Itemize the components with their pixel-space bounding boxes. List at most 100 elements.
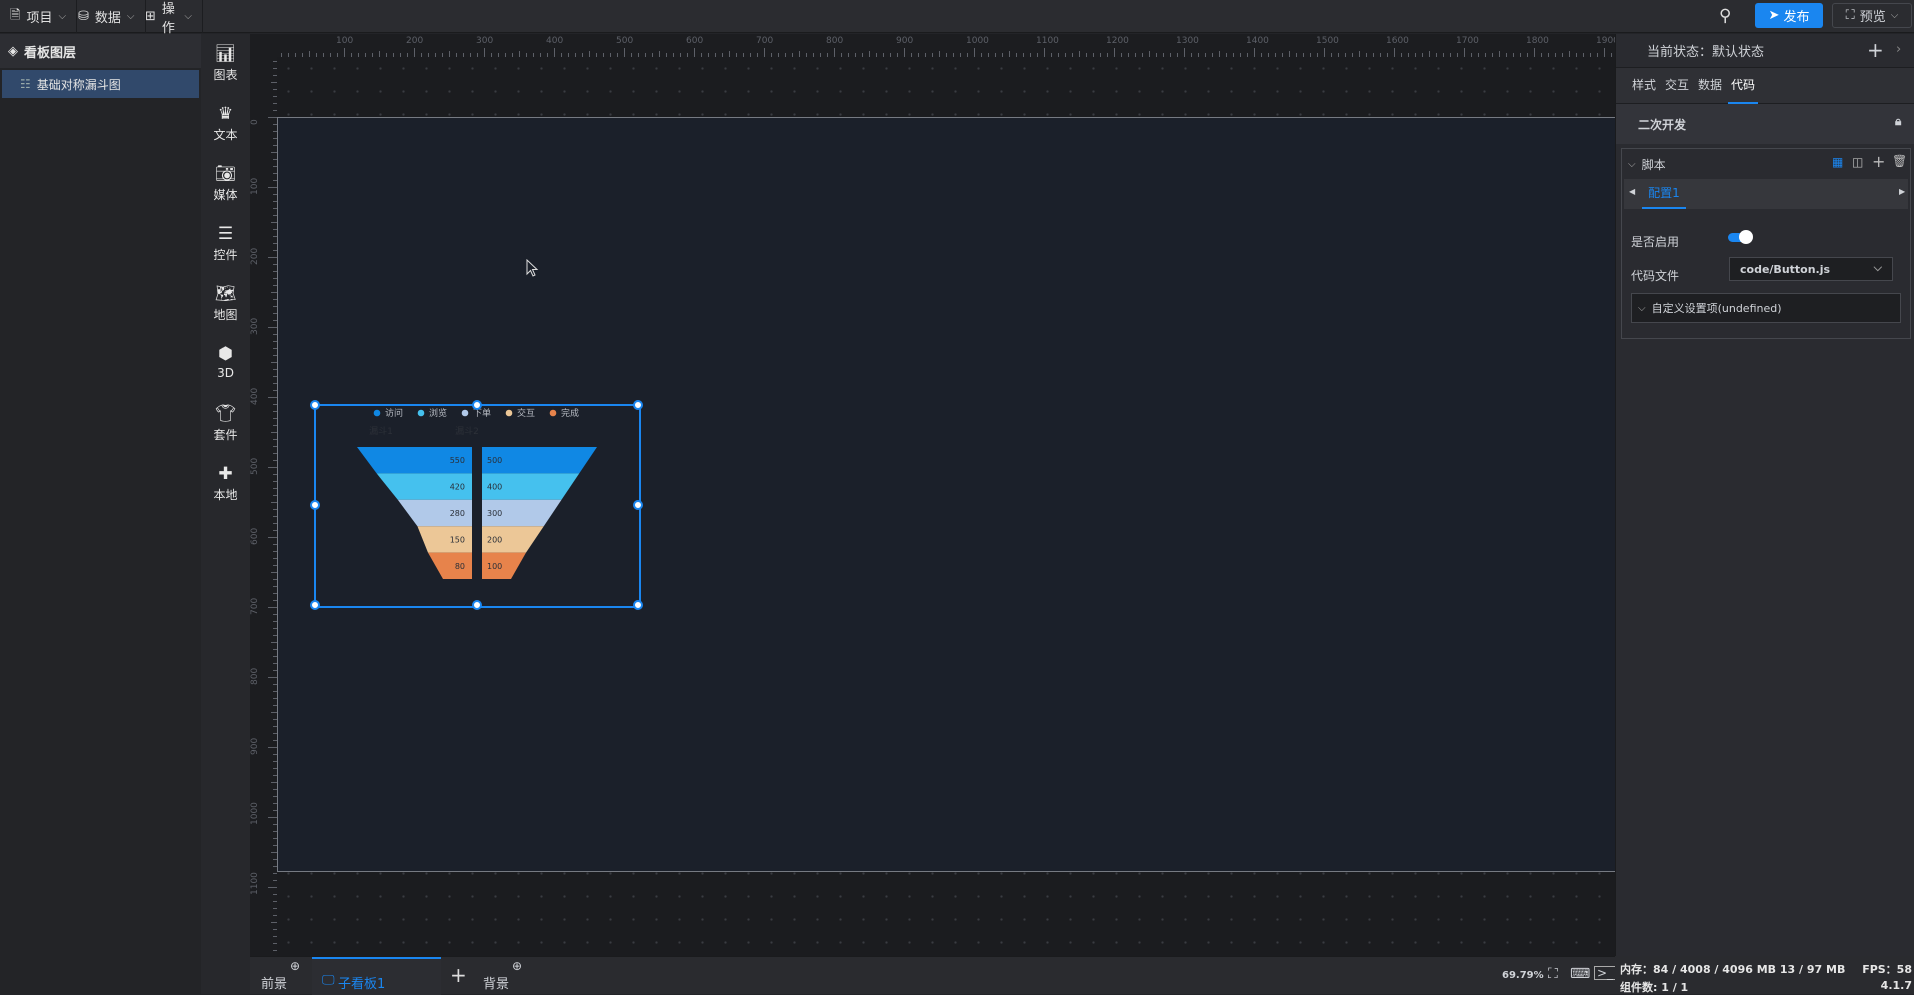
- section-title: 二次开发: [1638, 117, 1687, 132]
- tab-interaction[interactable]: 交互: [1662, 68, 1692, 104]
- ruler-label: 700: [756, 36, 774, 46]
- add-circle-icon[interactable]: ⊕: [290, 959, 300, 973]
- resize-handle[interactable]: [633, 400, 643, 410]
- ruler-label: 1400: [1246, 36, 1269, 46]
- ruler-label: 200: [250, 247, 260, 265]
- tool-text[interactable]: ♛ 文本: [201, 104, 250, 143]
- tab-subboard[interactable]: 🖵 子看板1: [312, 957, 441, 995]
- layers-panel: ◈ 看板图层 ☷ 基础对称漏斗图: [0, 34, 201, 994]
- chevron-down-icon: ⌵: [126, 11, 135, 22]
- tab-code[interactable]: 代码: [1728, 68, 1759, 104]
- menu-project[interactable]: 🗎 项目 ⌵: [0, 0, 78, 33]
- publish-button[interactable]: ➤ 发布: [1755, 3, 1823, 28]
- ruler-label: 1600: [1386, 36, 1409, 46]
- ruler-label: 600: [686, 36, 704, 46]
- file-label: 代码文件: [1631, 269, 1680, 283]
- resize-handle[interactable]: [310, 600, 320, 610]
- resize-handle[interactable]: [633, 600, 643, 610]
- database-icon: ⛁: [78, 9, 89, 24]
- chevron-down-icon: ⌵: [184, 11, 192, 22]
- code-file-select[interactable]: code/Button.js ⌵: [1729, 257, 1893, 281]
- tab-data[interactable]: 数据: [1695, 68, 1725, 104]
- ruler-label: 500: [250, 457, 260, 475]
- add-tab-button[interactable]: +: [450, 963, 467, 987]
- tool-local[interactable]: ✚ 本地: [201, 464, 250, 503]
- text-icon: ♛: [217, 104, 234, 124]
- funnel-layer-icon: ☷: [20, 77, 31, 91]
- preview-button[interactable]: ⛶ 预览 ⌵: [1832, 3, 1912, 28]
- resize-handle[interactable]: [471, 600, 482, 610]
- chevron-right-icon[interactable]: ›: [1896, 42, 1901, 57]
- vertical-ruler: -100010020030040050060070080090010001100: [250, 34, 277, 956]
- fps: FPS：58: [1862, 963, 1912, 976]
- status-bar: 内存：84 / 4008 / 4096 MB 13 / 97 MB FPS：58…: [1615, 956, 1914, 994]
- chart-icon: 📊︎: [214, 44, 237, 64]
- tool-control[interactable]: ☰ 控件: [201, 224, 250, 263]
- send-icon: ➤: [1768, 8, 1780, 23]
- version: 4.1.7: [1880, 979, 1912, 992]
- add-circle-icon[interactable]: ⊕: [512, 959, 522, 973]
- properties-panel: 当前状态：默认状态 + › 样式 交互 数据 代码 二次开发 🔒︎ ⌵ 脚本 ▦ ◫ +…: [1615, 34, 1914, 956]
- ruler-label: 800: [826, 36, 844, 46]
- terminal-icon[interactable]: >_: [1594, 966, 1617, 980]
- menu-data[interactable]: ⛁ 数据 ⌵: [68, 0, 146, 33]
- cube-3d-icon: ⬢: [218, 344, 233, 364]
- ruler-label: 300: [250, 317, 260, 335]
- trash-icon[interactable]: 🗑︎: [1892, 154, 1907, 168]
- layers-icon: ◈: [8, 43, 18, 59]
- config-tab[interactable]: 配置1: [1642, 179, 1686, 209]
- tool-chart[interactable]: 📊︎ 图表: [201, 44, 250, 83]
- chevron-down-icon: ⌵: [58, 11, 67, 22]
- ruler-label: 1000: [250, 802, 260, 825]
- add-state-icon[interactable]: +: [1867, 38, 1884, 62]
- media-icon: 📷︎: [214, 164, 237, 184]
- tool-cube-3d[interactable]: ⬢ 3D: [201, 344, 250, 380]
- kit-icon: 👕︎: [214, 404, 237, 424]
- ruler-label: 200: [406, 36, 424, 46]
- ruler-label: 900: [896, 36, 914, 46]
- fullscreen-icon: ⛶: [1845, 8, 1855, 23]
- zoom-level[interactable]: 69.79%: [1502, 970, 1544, 981]
- tab-style[interactable]: 样式: [1629, 68, 1659, 104]
- ruler-label: 800: [250, 667, 260, 685]
- local-icon: ✚: [218, 464, 233, 484]
- add-icon[interactable]: +: [1872, 152, 1885, 171]
- ruler-label: 1200: [1106, 36, 1129, 46]
- layers-title: 看板图层: [24, 45, 77, 61]
- ruler-label: 1100: [250, 872, 260, 895]
- control-icon: ☰: [217, 224, 234, 244]
- top-toolbar: 🗎 项目 ⌵ ⛁ 数据 ⌵ ⊞ 操作 ⌵ ⚲ ➤ 发布 ⛶ 预览 ⌵: [0, 0, 1914, 36]
- resize-handle[interactable]: [310, 500, 320, 510]
- chevron-down-icon: ⌵: [1638, 302, 1646, 314]
- monitor-icon: 🖵: [322, 973, 335, 988]
- lock-icon[interactable]: 🔒︎: [1895, 114, 1901, 129]
- tool-media[interactable]: 📷︎ 媒体: [201, 164, 250, 203]
- scroll-right-icon[interactable]: ▶: [1899, 187, 1905, 196]
- ruler-label: 1900: [1596, 36, 1615, 46]
- scroll-left-icon[interactable]: ◀: [1629, 187, 1635, 196]
- chevron-down-icon[interactable]: ⌵: [1628, 159, 1636, 170]
- resize-handle[interactable]: [471, 400, 482, 410]
- layer-item[interactable]: ☷ 基础对称漏斗图: [2, 70, 199, 98]
- selection-box[interactable]: [310, 400, 643, 610]
- fit-screen-icon[interactable]: ⛶: [1548, 966, 1558, 982]
- resize-handle[interactable]: [310, 400, 320, 410]
- tool-map[interactable]: 🗺︎ 地图: [201, 284, 250, 323]
- tab-background[interactable]: 背景 ⊕: [474, 957, 534, 995]
- enable-toggle[interactable]: [1728, 230, 1753, 244]
- custom-settings-collapse[interactable]: ⌵ 自定义设置项(undefined): [1631, 293, 1901, 323]
- ruler-label: 300: [476, 36, 494, 46]
- tool-kit[interactable]: 👕︎ 套件: [201, 404, 250, 443]
- ruler-label: 900: [250, 737, 260, 755]
- keyboard-icon[interactable]: ⌨: [1570, 966, 1590, 982]
- component-toolbar: 📊︎ 图表 ♛ 文本 📷︎ 媒体 ☰ 控件 🗺︎ 地图 ⬢ 3D 👕︎ 套件 ✚ 本地: [201, 34, 250, 994]
- menu-operate[interactable]: ⊞ 操作 ⌵: [135, 0, 203, 36]
- layout-icon[interactable]: ▦: [1832, 155, 1843, 169]
- tab-foreground[interactable]: 前景 ⊕: [250, 957, 312, 995]
- resize-handle[interactable]: [633, 500, 643, 510]
- split-layout-icon[interactable]: ◫: [1852, 155, 1863, 169]
- mouse-cursor-icon: [526, 259, 539, 277]
- search-icon[interactable]: ⚲: [1719, 6, 1731, 26]
- component-count: 组件数: 1 / 1: [1620, 981, 1689, 994]
- ruler-label: 400: [546, 36, 564, 46]
